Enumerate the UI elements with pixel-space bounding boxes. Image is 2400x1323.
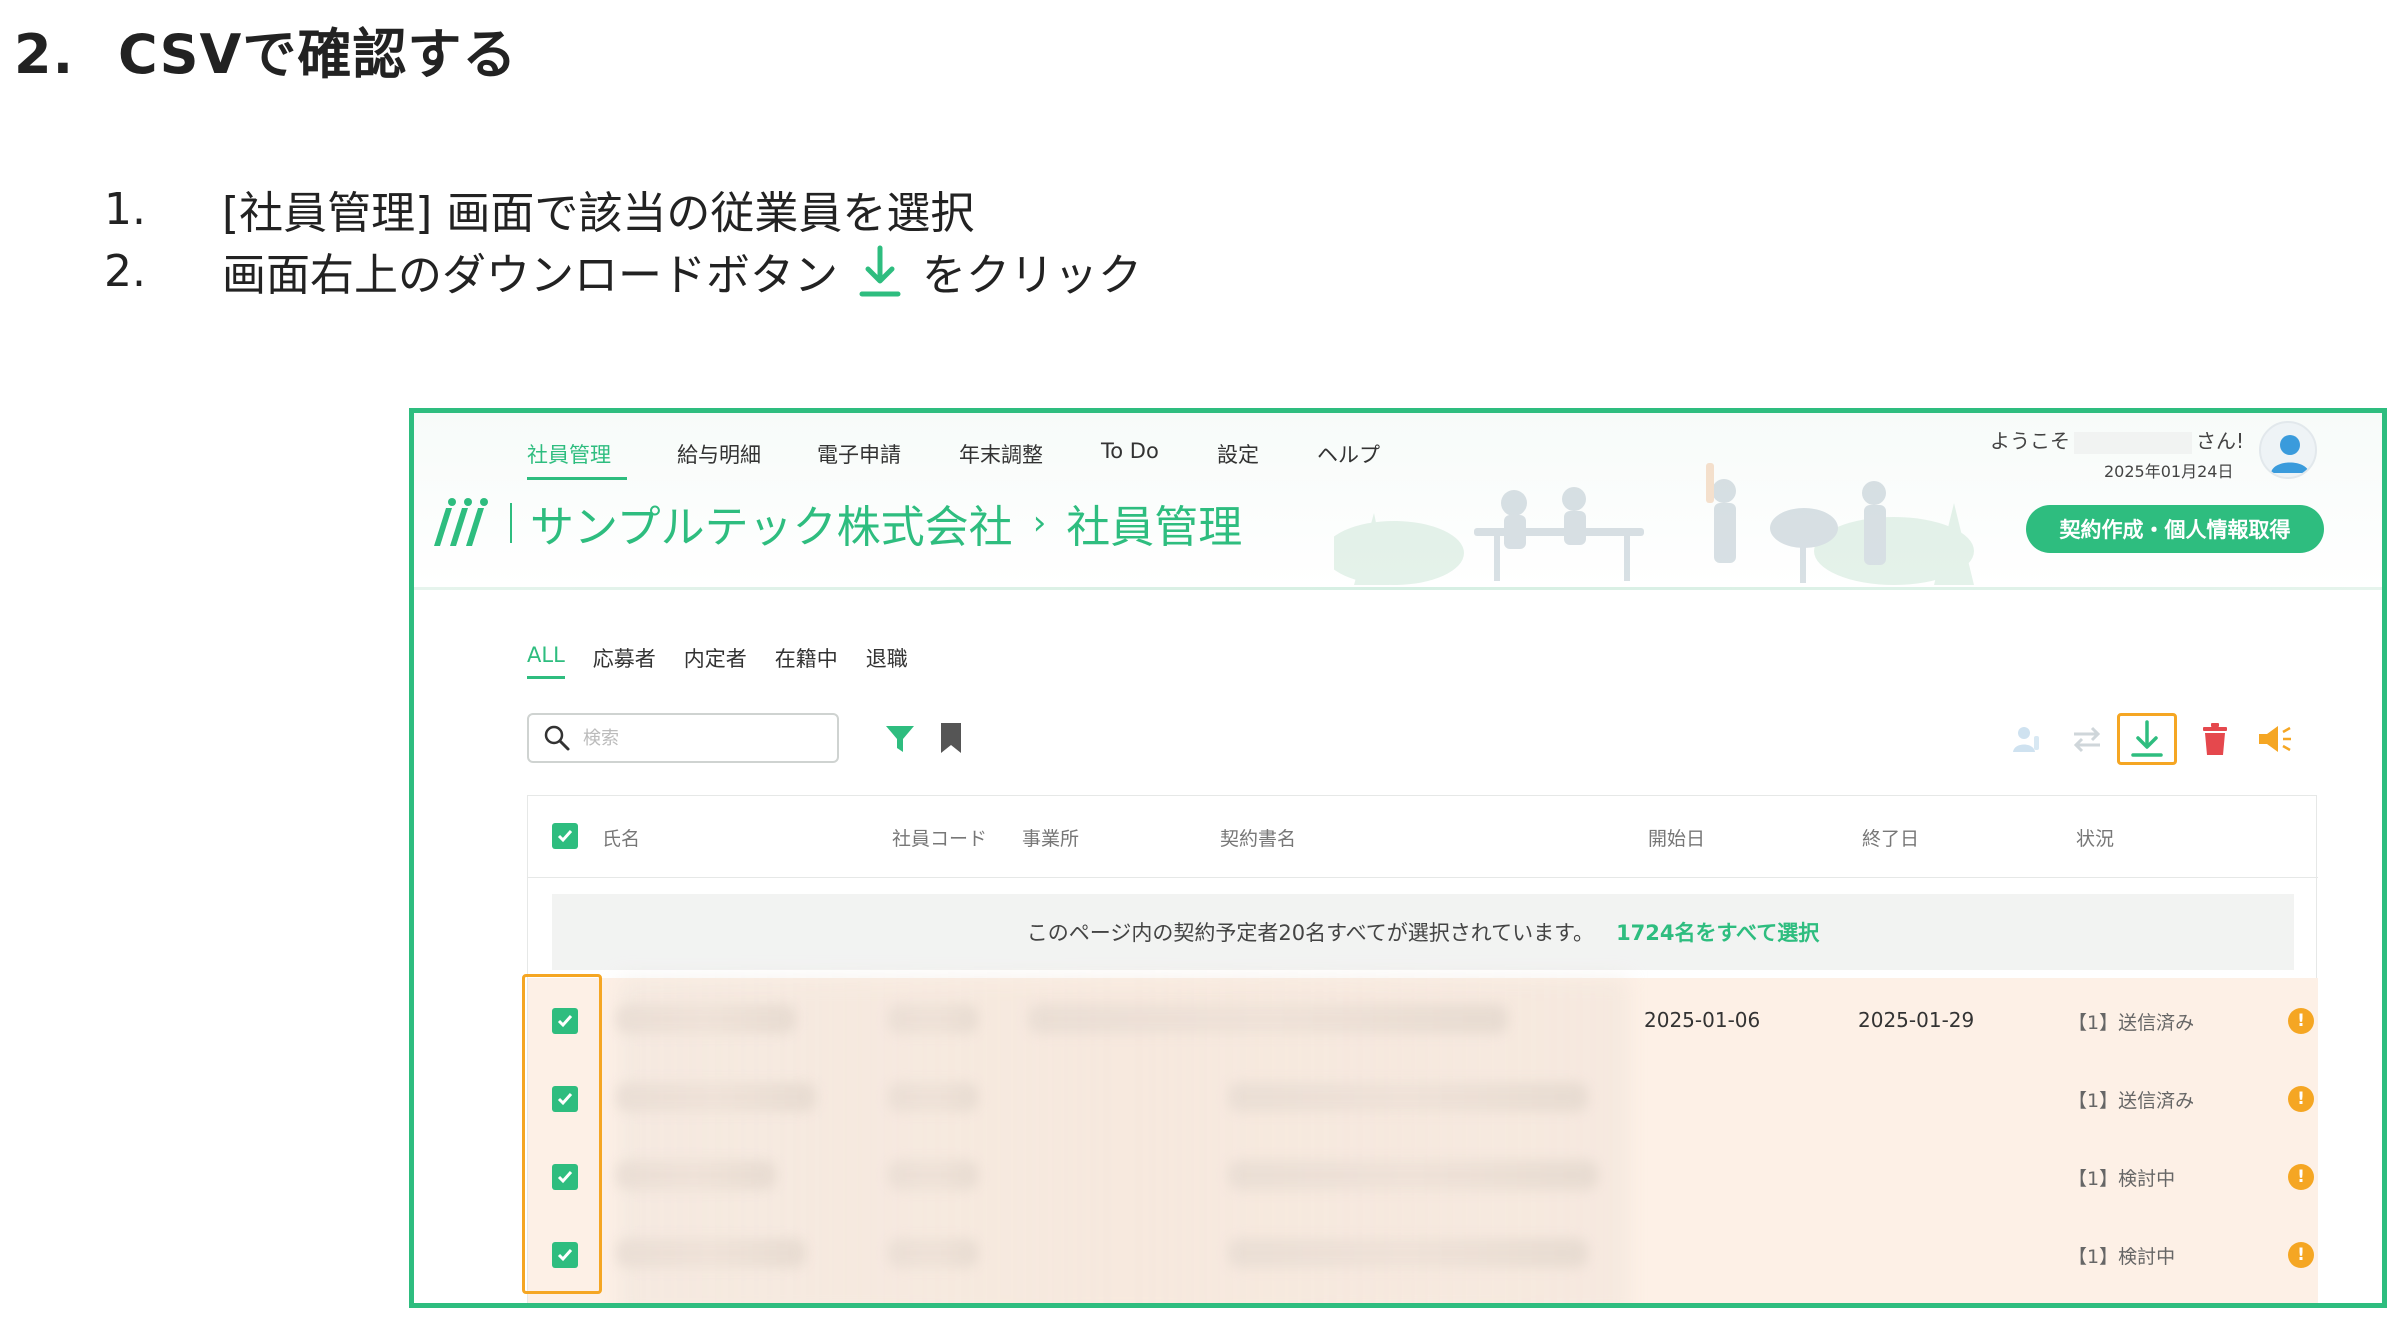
step-text-after: をクリック <box>922 250 1142 301</box>
status-text: 【1】検討中 <box>2068 1168 2176 1190</box>
column-status[interactable]: 状況 <box>2076 824 2114 851</box>
start-date: 2025-01-06 <box>1644 1008 1761 1032</box>
redacted-contract <box>1228 1082 1588 1112</box>
step-number: 1. <box>104 183 146 235</box>
welcome-prefix: ようこそ <box>1990 429 2070 453</box>
checkbox-highlight <box>522 974 602 1294</box>
breadcrumb-separator: › <box>1032 503 1047 543</box>
swap-arrows-icon <box>2073 726 2101 753</box>
search-icon <box>544 725 570 751</box>
redacted-contract <box>1228 1238 1588 1268</box>
column-office[interactable]: 事業所 <box>1022 824 1079 851</box>
download-icon <box>2131 720 2163 757</box>
nav-e-application[interactable]: 電子申請 <box>817 431 959 480</box>
avatar[interactable] <box>2259 421 2317 479</box>
checkmark-icon <box>557 830 573 843</box>
table-row[interactable]: 【1】検討中 ! <box>528 1140 2318 1217</box>
welcome-message: ようこそ さん! <box>1990 425 2270 454</box>
barbecue-illustration <box>1334 463 1974 585</box>
current-date: 2025年01月24日 <box>2104 462 2234 481</box>
redacted-code <box>888 1004 978 1034</box>
redacted-contract <box>1028 1004 1508 1034</box>
company-logo-icon <box>434 498 488 546</box>
step-2: 2. 画面右上のダウンロードボタン をクリック <box>104 240 1142 302</box>
column-employee-code[interactable]: 社員コード <box>892 824 987 851</box>
alert-icon[interactable]: ! <box>2288 1164 2314 1190</box>
redacted-code <box>888 1160 978 1190</box>
status-text: 【1】送信済み <box>2068 1090 2195 1112</box>
end-date: 2025-01-29 <box>1858 1008 1975 1032</box>
step-text: [社員管理] 画面で該当の従業員を選択 <box>222 188 975 239</box>
employee-table: 氏名 社員コード 事業所 契約書名 開始日 終了日 状況 このページ内の契約予定… <box>522 795 2318 1303</box>
step-text-before: 画面右上のダウンロードボタン <box>222 250 838 301</box>
bookmark-icon[interactable] <box>938 721 964 755</box>
nav-help[interactable]: ヘルプ <box>1317 431 1397 480</box>
step-number: 2. <box>104 245 146 297</box>
select-all-records-link[interactable]: 1724名をすべて選択 <box>1616 917 1819 947</box>
welcome-suffix: さん! <box>2196 429 2245 453</box>
nav-todo[interactable]: To Do <box>1101 431 1217 480</box>
alert-icon[interactable]: ! <box>2288 1242 2314 1268</box>
status-text: 【1】送信済み <box>2068 1012 2195 1034</box>
app-screenshot: 社員管理 給与明細 電子申請 年末調整 To Do 設定 ヘルプ ようこそ さん!… <box>409 408 2387 1308</box>
column-start-date[interactable]: 開始日 <box>1648 824 1705 851</box>
search-box <box>527 713 839 763</box>
step-1: 1. [社員管理] 画面で該当の従業員を選択 <box>104 178 1142 240</box>
brand-header: サンプルテック株式会社 › 社員管理 <box>430 491 1242 555</box>
trash-icon <box>2203 723 2227 755</box>
nav-year-end-adjustment[interactable]: 年末調整 <box>959 431 1101 480</box>
redacted-contract <box>1228 1160 1598 1190</box>
select-all-checkbox[interactable] <box>552 823 578 849</box>
alert-icon[interactable]: ! <box>2288 1008 2314 1034</box>
company-name: サンプルテック株式会社 <box>530 502 1013 553</box>
download-csv-button[interactable] <box>2117 713 2177 765</box>
redacted-name <box>616 1082 816 1112</box>
redacted-name <box>616 1004 796 1034</box>
table-header: 氏名 社員コード 事業所 契約書名 開始日 終了日 状況 <box>528 796 2318 878</box>
tab-retired[interactable]: 退職 <box>866 643 908 679</box>
table-row[interactable]: 2025-01-06 2025-01-29 【1】送信済み ! <box>528 984 2318 1061</box>
person-edit-icon <box>2013 727 2039 752</box>
section-heading: 2. CSVで確認する <box>14 10 517 89</box>
redacted-name <box>616 1238 806 1268</box>
section-title: CSVで確認する <box>118 23 518 86</box>
header-divider <box>414 587 2382 590</box>
nav-payslips[interactable]: 給与明細 <box>677 431 817 480</box>
tab-employed[interactable]: 在籍中 <box>775 643 838 679</box>
selection-message: このページ内の契約予定者20名すべてが選択されています。 <box>1026 921 1595 945</box>
table-row[interactable]: 【1】送信済み ! <box>528 1062 2318 1139</box>
column-contract-name[interactable]: 契約書名 <box>1220 824 1296 851</box>
redacted-name <box>616 1160 776 1190</box>
delete-button[interactable] <box>2190 713 2240 765</box>
assign-user-button[interactable] <box>2002 713 2052 765</box>
brand-divider <box>510 503 512 543</box>
column-end-date[interactable]: 終了日 <box>1862 824 1919 851</box>
search-input[interactable] <box>583 727 823 749</box>
table-row[interactable]: 【1】検討中 ! <box>528 1218 2318 1295</box>
table-body: 2025-01-06 2025-01-29 【1】送信済み ! 【1】送信済み … <box>522 974 2318 1303</box>
download-icon <box>850 242 910 300</box>
alert-icon[interactable]: ! <box>2288 1086 2314 1112</box>
page-title: 社員管理 <box>1066 502 1243 553</box>
announce-button[interactable] <box>2250 713 2300 765</box>
redacted-code <box>888 1238 978 1268</box>
column-name[interactable]: 氏名 <box>602 824 640 851</box>
selection-banner: このページ内の契約予定者20名すべてが選択されています。 1724名をすべて選択 <box>552 894 2294 970</box>
instruction-steps: 1. [社員管理] 画面で該当の従業員を選択 2. 画面右上のダウンロードボタン… <box>104 178 1142 302</box>
nav-settings[interactable]: 設定 <box>1217 431 1317 480</box>
status-text: 【1】検討中 <box>2068 1246 2176 1268</box>
redacted-code <box>888 1082 978 1112</box>
tab-offered[interactable]: 内定者 <box>684 643 747 679</box>
status-tabs: ALL 応募者 内定者 在籍中 退職 <box>527 643 936 679</box>
top-navigation: 社員管理 給与明細 電子申請 年末調整 To Do 設定 ヘルプ <box>527 431 1397 480</box>
filter-icon[interactable] <box>884 723 916 755</box>
tab-applicants[interactable]: 応募者 <box>593 643 656 679</box>
megaphone-icon <box>2259 726 2291 752</box>
tab-all[interactable]: ALL <box>527 643 565 679</box>
user-name-redacted <box>2074 431 2192 454</box>
create-contract-button[interactable]: 契約作成・個人情報取得 <box>2026 505 2324 553</box>
swap-button[interactable] <box>2062 713 2112 765</box>
section-number: 2. <box>14 23 75 86</box>
nav-employee-management[interactable]: 社員管理 <box>527 431 627 480</box>
